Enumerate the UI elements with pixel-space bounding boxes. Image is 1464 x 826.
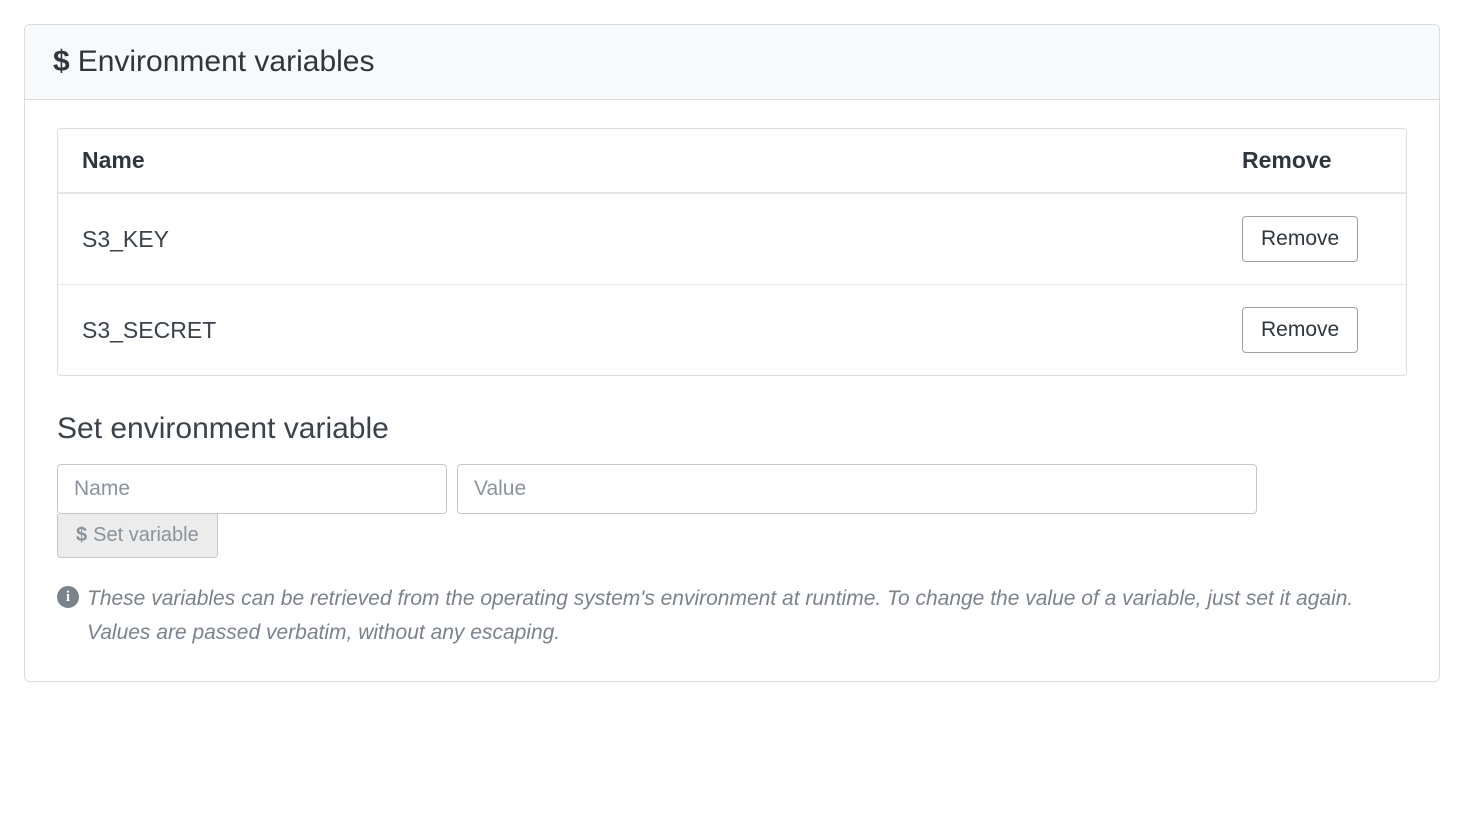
panel-title: Environment variables (78, 45, 375, 79)
env-vars-table: Name Remove S3_KEY Remove S3_SECRET Remo… (57, 128, 1407, 376)
var-name: S3_KEY (82, 226, 1242, 253)
info-icon: i (57, 586, 79, 608)
remove-button[interactable]: Remove (1242, 216, 1358, 262)
input-row (57, 464, 1407, 514)
set-variable-section: Set environment variable $ Set variable … (57, 412, 1407, 649)
table-row: S3_KEY Remove (58, 194, 1406, 285)
help-note: i These variables can be retrieved from … (57, 582, 1407, 649)
table-row: S3_SECRET Remove (58, 285, 1406, 375)
set-variable-button-label: Set variable (93, 524, 199, 547)
set-variable-button[interactable]: $ Set variable (57, 514, 218, 558)
dollar-icon: $ (76, 524, 87, 547)
table-header: Name Remove (58, 129, 1406, 194)
env-vars-panel: $ Environment variables Name Remove S3_K… (24, 24, 1440, 682)
variable-value-input[interactable] (457, 464, 1257, 514)
var-name: S3_SECRET (82, 317, 1242, 344)
col-header-name: Name (82, 147, 1242, 174)
variable-name-input[interactable] (57, 464, 447, 514)
dollar-icon: $ (53, 45, 70, 79)
set-variable-heading: Set environment variable (57, 412, 1407, 446)
panel-header: $ Environment variables (25, 25, 1439, 100)
help-text: These variables can be retrieved from th… (87, 582, 1407, 649)
panel-body: Name Remove S3_KEY Remove S3_SECRET Remo… (25, 100, 1439, 681)
remove-button[interactable]: Remove (1242, 307, 1358, 353)
col-header-remove: Remove (1242, 147, 1382, 174)
